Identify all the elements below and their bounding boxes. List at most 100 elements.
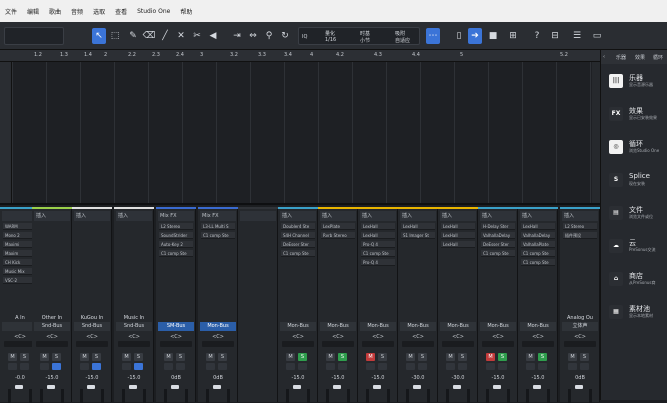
channel-name[interactable]	[440, 314, 476, 322]
insert-slot[interactable]: ValhallaDelay	[521, 232, 555, 239]
mixer-toggle-icon[interactable]: ☰	[570, 28, 584, 44]
output-route[interactable]: Snd-Bus	[74, 322, 110, 331]
mute-button[interactable]: M	[206, 353, 215, 361]
fader-cap[interactable]	[373, 385, 381, 389]
track-list-column[interactable]	[0, 62, 12, 203]
pan-slider[interactable]	[160, 341, 192, 347]
volume-fader[interactable]	[444, 383, 472, 403]
menu-studio-one[interactable]: Studio One	[132, 8, 175, 15]
mixer-channel-strip[interactable]: 插入 LexPlate Rvrb Stereo Mon-Bus <C> M S -15.0	[318, 207, 358, 403]
mute-button[interactable]: M	[286, 353, 295, 361]
monitor-button[interactable]	[580, 363, 589, 370]
menu-file[interactable]: 文件	[0, 7, 22, 16]
pan-slider[interactable]	[76, 341, 108, 347]
mixer-channel-strip[interactable]: Mix FX L3-LL Multi S C1 comp Ste Mon-Bus <C>…	[198, 207, 238, 403]
solo-button[interactable]: S	[218, 353, 227, 361]
monitor-button[interactable]	[378, 363, 387, 370]
monitor-button[interactable]	[338, 363, 347, 370]
solo-button[interactable]: S	[458, 353, 467, 361]
pan-slider[interactable]	[564, 341, 596, 347]
insert-slot[interactable]: DeEsser Ster	[481, 241, 515, 248]
snap-toggle-icon[interactable]: ⋯	[426, 28, 440, 44]
insert-header[interactable]: 插入	[360, 211, 396, 221]
channel-name[interactable]	[280, 314, 316, 322]
arrange-grid[interactable]	[12, 62, 592, 203]
insert-header[interactable]: Mix FX	[158, 211, 194, 221]
volume-fader[interactable]	[484, 383, 512, 403]
channel-name[interactable]	[480, 314, 516, 322]
pan-slider[interactable]	[442, 341, 474, 347]
record-arm-button[interactable]	[366, 363, 375, 370]
browser-toggle-icon[interactable]: ▭	[590, 28, 604, 44]
record-arm-button[interactable]	[326, 363, 335, 370]
arrow-tool-icon[interactable]: ↖	[92, 28, 106, 44]
mixer-channel-strip[interactable]: 插入 LexHall LexHall Pro-Q 4 C1 comp Ste Pro-Q …	[358, 207, 398, 403]
channel-name[interactable]	[200, 314, 236, 322]
phone-icon[interactable]: ▯	[452, 28, 466, 44]
listen-tool-icon[interactable]: ◀	[206, 28, 220, 44]
record-arm-button[interactable]	[8, 363, 17, 370]
solo-button[interactable]: S	[176, 353, 185, 361]
volume-fader[interactable]	[120, 383, 148, 403]
insert-slot[interactable]: LexHall	[401, 223, 435, 230]
volume-fader[interactable]	[364, 383, 392, 403]
monitor-button[interactable]	[20, 363, 29, 370]
fader-cap[interactable]	[413, 385, 421, 389]
track-selector[interactable]	[4, 27, 64, 45]
pan-slider[interactable]	[36, 341, 68, 347]
mute-button[interactable]: M	[40, 353, 49, 361]
output-route[interactable]: Mon-Bus	[440, 322, 476, 331]
fader-cap[interactable]	[213, 385, 221, 389]
insert-slot[interactable]: LexHall	[361, 223, 395, 230]
mute-button[interactable]: M	[8, 353, 17, 361]
fader-cap[interactable]	[171, 385, 179, 389]
insert-slot[interactable]: LexHall	[361, 232, 395, 239]
mute-button[interactable]: M	[406, 353, 415, 361]
eraser-tool-icon[interactable]: ⌫	[142, 28, 156, 44]
volume-fader[interactable]	[162, 383, 190, 403]
insert-slot[interactable]: ValhallaPlate	[521, 241, 555, 248]
insert-slot[interactable]: H-Delay Ster	[481, 223, 515, 230]
monitor-button[interactable]	[52, 363, 61, 370]
fader-cap[interactable]	[575, 385, 583, 389]
fader-cap[interactable]	[333, 385, 341, 389]
mute-button[interactable]: M	[446, 353, 455, 361]
mute-tool-icon[interactable]: ✕	[174, 28, 188, 44]
timebase-value[interactable]: 小节	[360, 37, 370, 44]
grid-view-icon[interactable]: ⊞	[506, 28, 520, 44]
mixer-channel-strip[interactable]: Mix FX L2 Stereo SoundStrider Auto-Key 2 C1 …	[156, 207, 196, 403]
output-route[interactable]: 立体声	[562, 322, 598, 331]
insert-slot[interactable]: L2 Stereo	[159, 223, 193, 230]
fader-cap[interactable]	[87, 385, 95, 389]
channel-name[interactable]	[320, 314, 356, 322]
output-route[interactable]: Mon-Bus	[520, 322, 556, 331]
editor-toggle-icon[interactable]: ⊟	[548, 28, 562, 44]
output-route[interactable]: Mon-Bus	[200, 322, 236, 331]
insert-slot[interactable]: L2 Stereo	[563, 223, 597, 230]
insert-header[interactable]: Mix FX	[200, 211, 236, 221]
channel-name[interactable]	[520, 314, 556, 322]
quantize-value[interactable]: 1/16	[325, 37, 336, 43]
monitor-button[interactable]	[218, 363, 227, 370]
mute-button[interactable]: M	[526, 353, 535, 361]
mixer-channel-strip[interactable]: 插入 L2 Stereo 插件预设 Analog Ou 立体声 <C> M S 0dB	[560, 207, 600, 403]
iq-label[interactable]: IQ	[302, 34, 307, 40]
insert-header[interactable]	[240, 211, 276, 221]
output-route[interactable]: Mon-Bus	[480, 322, 516, 331]
insert-slot[interactable]: Auto-Key 2	[159, 241, 193, 248]
range-tool-icon[interactable]: ⬚	[108, 28, 122, 44]
record-arm-button[interactable]	[122, 363, 131, 370]
output-route[interactable]: Snd-Bus	[116, 322, 152, 331]
browser-back-icon[interactable]: ‹	[603, 54, 605, 60]
output-route[interactable]: Snd-Bus	[34, 322, 70, 331]
insert-header[interactable]: 插入	[440, 211, 476, 221]
insert-slot[interactable]: Pro-Q 4	[361, 241, 395, 248]
menu-view[interactable]: 查看	[110, 7, 132, 16]
record-arm-button[interactable]	[486, 363, 495, 370]
solo-button[interactable]: S	[580, 353, 589, 361]
record-arm-button[interactable]	[446, 363, 455, 370]
volume-fader[interactable]	[78, 383, 106, 403]
channel-name[interactable]	[158, 314, 194, 322]
menu-select[interactable]: 选取	[88, 7, 110, 16]
fader-cap[interactable]	[453, 385, 461, 389]
